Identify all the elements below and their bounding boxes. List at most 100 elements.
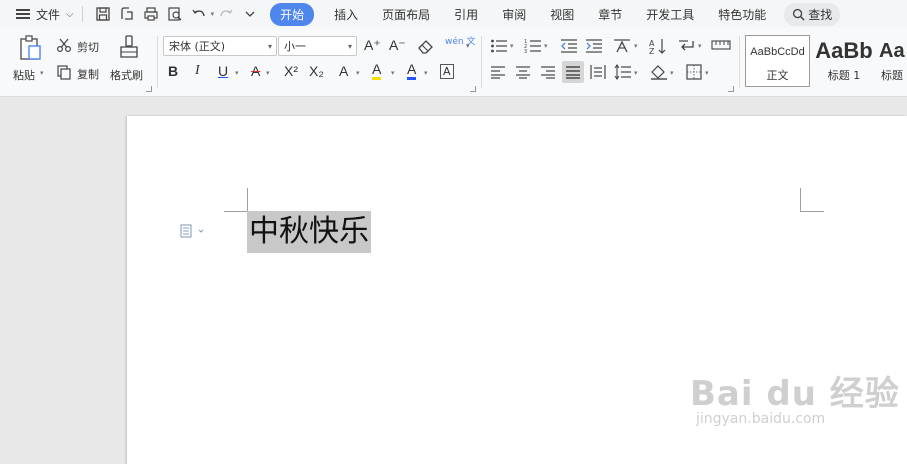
increase-indent-icon[interactable] — [585, 38, 603, 54]
menu-icon — [16, 9, 30, 19]
watermark-logo-text: Bai du 经验 — [690, 374, 900, 414]
copy-icon[interactable] — [56, 64, 72, 80]
cut-label[interactable]: 剪切 — [77, 39, 99, 55]
grow-font-button[interactable]: A⁺ — [364, 37, 381, 54]
font-family-value: 宋体 (正文) — [169, 40, 226, 53]
undo-icon[interactable] — [190, 5, 208, 23]
style-normal-sample: AaBbCcDd — [750, 46, 805, 58]
strikethrough-dropdown-icon[interactable]: ▾ — [266, 69, 270, 77]
crop-mark-top-left — [224, 188, 248, 212]
customize-toolbar-icon[interactable] — [241, 5, 259, 23]
paste-dropdown-icon[interactable]: ▾ — [40, 69, 44, 77]
borders-dropdown-icon[interactable]: ▾ — [705, 69, 709, 77]
scissors-icon[interactable] — [56, 37, 72, 53]
borders-icon[interactable] — [686, 64, 702, 80]
tab-home[interactable]: 开始 — [270, 2, 315, 26]
highlight-dropdown-icon[interactable]: ▾ — [391, 69, 395, 77]
ribbon-home: 粘贴 ▾ 剪切 复制 格式刷 宋体 (正文) ▾ 小一 ▾ A⁺ A⁻ wén … — [0, 28, 907, 97]
format-painter-icon[interactable] — [118, 35, 140, 61]
font-size-value: 小一 — [284, 40, 306, 53]
tab-insert[interactable]: 插入 — [334, 6, 358, 23]
superscript-button[interactable]: X² — [284, 63, 298, 79]
line-spacing-icon[interactable] — [614, 64, 632, 80]
search-button[interactable]: 查找 — [784, 2, 841, 26]
italic-button[interactable]: I — [195, 63, 200, 79]
paragraph-layout-icon[interactable] — [180, 224, 204, 241]
tab-page-layout[interactable]: 页面布局 — [382, 6, 430, 23]
show-hide-marks-icon[interactable] — [678, 38, 696, 54]
file-menu-label: 文件 — [36, 7, 61, 22]
paragraph-dialog-launcher[interactable] — [728, 86, 734, 92]
file-menu[interactable]: 文件 ⌵ — [0, 6, 74, 23]
justify-icon[interactable] — [562, 61, 584, 83]
svg-text:3: 3 — [524, 49, 527, 54]
svg-text:Z: Z — [649, 47, 655, 55]
underline-button[interactable]: U — [218, 63, 228, 79]
align-left-icon[interactable] — [490, 65, 506, 79]
selected-document-text[interactable]: 中秋快乐 — [247, 211, 371, 253]
strikethrough-button[interactable]: A — [251, 63, 260, 79]
top-menu-bar: 文件 ⌵ ▾ 开始 插入 页面布局 引用 审阅 视图 章节 开发工具 特色功能 … — [0, 0, 907, 28]
bullets-icon[interactable] — [490, 38, 508, 54]
line-spacing-dropdown-icon[interactable]: ▾ — [634, 69, 638, 77]
redo-icon[interactable] — [217, 5, 235, 23]
paste-label[interactable]: 粘贴 — [13, 67, 35, 83]
style-heading-2-sample: AaI — [879, 40, 906, 62]
shading-icon[interactable] — [650, 64, 668, 80]
sort-icon[interactable]: AZ — [649, 37, 667, 55]
ruler-icon[interactable] — [711, 39, 731, 51]
marks-dropdown-icon[interactable]: ▾ — [698, 42, 702, 50]
clipboard-dialog-launcher[interactable] — [146, 86, 152, 92]
phonetic-dropdown-icon[interactable]: ▾ — [466, 42, 470, 50]
numbering-dropdown-icon[interactable]: ▾ — [544, 42, 548, 50]
shrink-font-button[interactable]: A⁻ — [389, 37, 406, 54]
style-heading-1[interactable]: AaBb 标题 1 — [812, 35, 876, 87]
underline-dropdown-icon[interactable]: ▾ — [235, 69, 239, 77]
tab-review[interactable]: 审阅 — [502, 6, 526, 23]
chinese-layout-icon[interactable] — [612, 37, 632, 55]
ribbon-divider — [481, 36, 482, 88]
eraser-icon[interactable] — [417, 38, 435, 54]
ribbon-divider — [739, 36, 740, 88]
decrease-indent-icon[interactable] — [560, 38, 578, 54]
style-normal[interactable]: AaBbCcDd 正文 — [745, 35, 810, 87]
phonetic-guide-button[interactable]: wén 文 — [445, 34, 475, 47]
font-color-dropdown-icon[interactable]: ▾ — [424, 69, 428, 77]
highlight-button[interactable]: A — [372, 61, 382, 80]
export-icon[interactable] — [118, 5, 136, 23]
paste-icon[interactable] — [18, 35, 42, 61]
print-preview-icon[interactable] — [166, 5, 184, 23]
style-heading-2-label: 标题 — [881, 69, 903, 82]
style-heading-2[interactable]: AaI 标题 — [876, 35, 907, 87]
align-right-icon[interactable] — [540, 65, 556, 79]
font-color-button[interactable]: A — [407, 61, 417, 80]
undo-dropdown-icon[interactable]: ▾ — [211, 10, 215, 18]
bold-button[interactable]: B — [168, 63, 178, 79]
search-icon — [793, 8, 805, 21]
font-size-select[interactable]: 小一 ▾ — [278, 36, 357, 56]
crop-mark-top-right — [800, 188, 824, 212]
subscript-button[interactable]: X₂ — [309, 63, 324, 79]
font-dialog-launcher[interactable] — [470, 86, 476, 92]
bullets-dropdown-icon[interactable]: ▾ — [510, 42, 514, 50]
tab-view[interactable]: 视图 — [550, 6, 574, 23]
font-family-select[interactable]: 宋体 (正文) ▾ — [163, 36, 277, 56]
character-border-button[interactable]: A — [440, 64, 454, 79]
save-icon[interactable] — [94, 5, 112, 23]
text-effect-button[interactable]: A — [339, 63, 348, 79]
distributed-align-icon[interactable] — [590, 64, 606, 80]
numbering-icon[interactable]: 123 — [524, 38, 542, 54]
format-painter-label[interactable]: 格式刷 — [110, 67, 143, 83]
ribbon-divider — [157, 36, 158, 88]
align-center-icon[interactable] — [515, 65, 531, 79]
shading-dropdown-icon[interactable]: ▾ — [670, 69, 674, 77]
chinese-layout-dropdown-icon[interactable]: ▾ — [634, 42, 638, 50]
tab-special-features[interactable]: 特色功能 — [718, 6, 766, 23]
print-icon[interactable] — [142, 5, 160, 23]
tab-developer[interactable]: 开发工具 — [646, 6, 694, 23]
tab-references[interactable]: 引用 — [454, 6, 478, 23]
tab-chapter[interactable]: 章节 — [598, 6, 622, 23]
copy-label[interactable]: 复制 — [77, 66, 99, 82]
text-effect-dropdown-icon[interactable]: ▾ — [356, 69, 360, 77]
chevron-down-icon: ⌵ — [66, 8, 74, 20]
